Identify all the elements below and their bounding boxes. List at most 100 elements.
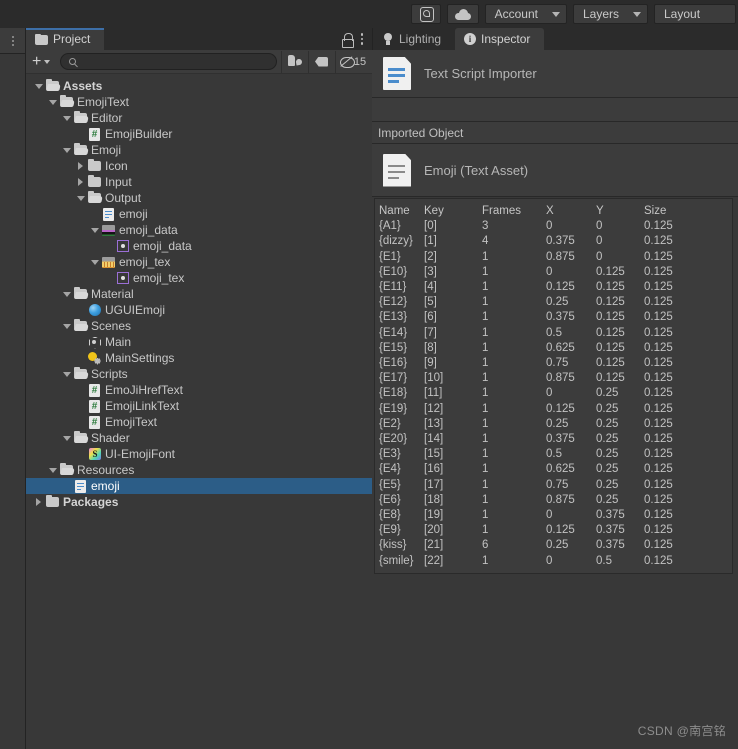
kebab-menu-icon[interactable] [360,33,363,45]
twisty-expanded-icon[interactable] [46,94,59,110]
tree-item-emojilinktext[interactable]: EmojiLinkText [26,398,372,414]
tree-item-label: UGUIEmoji [105,303,166,317]
twisty-expanded-icon[interactable] [60,366,73,382]
table-cell: 1 [482,296,489,309]
search-field[interactable] [60,53,277,70]
material-icon [89,304,101,316]
create-asset-button[interactable]: + [28,53,54,71]
tree-item-label: EmojiText [105,415,158,429]
search-icon [69,58,77,65]
collab-button[interactable] [410,4,441,24]
lighting-settings-icon [88,351,102,365]
tree-item-packages[interactable]: Packages [26,494,372,510]
twisty-expanded-icon[interactable] [60,110,73,126]
table-cell: 1 [482,402,489,415]
tree-item-icon[interactable]: Icon [26,158,372,174]
panel-drag-handle-top[interactable] [0,28,25,54]
tree-item-emoji-tex[interactable]: emoji_tex [26,254,372,270]
table-cell: 0.375 [596,539,625,552]
table-cell: 3 [482,220,489,233]
table-row: {E19} [12] 1 0.125 0.25 0.125 [379,402,704,417]
tree-item-label: Icon [105,159,128,173]
twisty-expanded-icon[interactable] [88,254,101,270]
search-by-type-button[interactable] [282,51,308,73]
table-row: {A1} [0] 3 0 0 0.125 [379,219,704,234]
tree-item-emojitext[interactable]: EmojiText [26,414,372,430]
layout-dropdown[interactable]: Layout [654,4,736,24]
hidden-packages-button[interactable]: 15 [336,51,370,73]
twisty-collapsed-icon[interactable] [74,158,87,174]
table-cell: {E6} [379,493,401,506]
table-cell: 0.25 [596,417,619,430]
tree-item-emoji-data[interactable]: emoji_data [26,222,372,238]
tree-item-uguiemoji[interactable]: UGUIEmoji [26,302,372,318]
csharp-script-icon [89,399,100,413]
twisty-collapsed-icon[interactable] [32,494,45,510]
tree-item-emojihreftext[interactable]: EmoJiHrefText [26,382,372,398]
tab-project[interactable]: Project [26,28,105,50]
tree-item-label: Main [105,335,132,349]
twisty-expanded-icon[interactable] [60,286,73,302]
tree-item-input[interactable]: Input [26,174,372,190]
lock-icon[interactable] [342,32,354,48]
account-label: Account [494,7,538,21]
tree-item-assets[interactable]: Assets [26,78,372,94]
watermark: CSDN @南宫铭 [637,724,726,738]
table-cell: 0.125 [644,372,673,385]
table-cell: [11] [424,387,443,400]
tree-item-label: Packages [63,495,119,509]
tree-item-emojibuilder[interactable]: EmojiBuilder [26,126,372,142]
twisty-expanded-icon[interactable] [60,142,73,158]
tree-item-output[interactable]: Output [26,190,372,206]
table-row: {E15} [8] 1 0.625 0.125 0.125 [379,341,704,356]
twisty-expanded-icon[interactable] [32,78,45,94]
tree-item-mainsettings[interactable]: MainSettings [26,350,372,366]
twisty-expanded-icon[interactable] [60,318,73,334]
table-cell: 0.125 [644,220,673,233]
twisty-expanded-icon[interactable] [46,462,59,478]
account-dropdown[interactable]: Account [484,4,567,24]
tree-item-editor[interactable]: Editor [26,110,372,126]
tree-item-scenes[interactable]: Scenes [26,318,372,334]
twisty-expanded-icon[interactable] [74,190,87,206]
search-by-label-button[interactable] [309,51,335,73]
tree-item-label: Output [105,191,142,205]
twisty-expanded-icon[interactable] [60,430,73,446]
tree-item-emoji[interactable]: Emoji [26,142,372,158]
folder-closed-icon [45,495,60,509]
left-rail [0,28,25,749]
cloud-button[interactable] [446,4,479,24]
table-row: {E11} [4] 1 0.125 0.125 0.125 [379,280,704,295]
tree-item-scripts[interactable]: Scripts [26,366,372,382]
twisty-collapsed-icon[interactable] [74,174,87,190]
tree-item-emoji-data[interactable]: emoji_data [26,238,372,254]
importer-header: Text Script Importer [372,50,738,98]
tree-item-emoji[interactable]: emoji [26,478,372,494]
tab-lighting[interactable]: Lighting [373,28,456,50]
text-asset-preview[interactable]: Name Key Frames X Y Size {A1} [0] 3 0 0 0.125 {dizzy… [374,198,733,574]
table-cell: 1 [482,524,489,537]
project-asset-tree[interactable]: Assets EmojiText Editor EmojiBuilder Emoji Ic… [26,74,372,749]
tree-item-emojitext[interactable]: EmojiText [26,94,372,110]
table-cell: 1 [482,372,489,385]
folder-closed-icon [87,175,102,189]
twisty-expanded-icon[interactable] [88,222,101,238]
search-input[interactable] [81,55,268,68]
tree-item-label: EmojiBuilder [105,127,173,141]
table-cell: [3] [424,265,437,278]
project-panel: Project + 15 Assets EmojiText Editor # E… [25,28,372,749]
tree-item-main[interactable]: Main [26,334,372,350]
tree-item-ui-emojifont[interactable]: UI-EmojiFont [26,446,372,462]
tree-item-emoji[interactable]: emoji [26,206,372,222]
tree-item-emoji-tex[interactable]: emoji_tex [26,270,372,286]
tab-inspector[interactable]: i Inspector [455,28,545,50]
table-cell: 1 [482,311,489,324]
tree-item-material[interactable]: Material [26,286,372,302]
table-cell: 0.25 [596,448,619,461]
layers-dropdown[interactable]: Layers [572,4,648,24]
tree-item-shader[interactable]: Shader [26,430,372,446]
tree-item-resources[interactable]: Resources [26,462,372,478]
